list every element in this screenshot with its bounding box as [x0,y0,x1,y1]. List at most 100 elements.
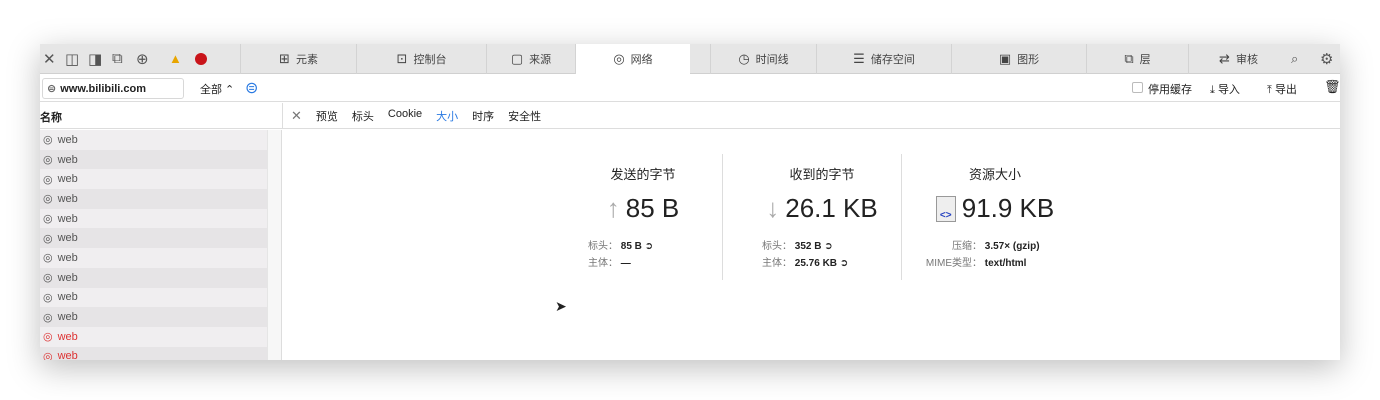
item-name: web [57,291,78,304]
filter-icon: ⊜ [47,83,57,95]
disable-cache-label: 停用缓存 [1148,84,1192,96]
document-icon: ◎ [43,232,53,245]
import-icon: ⤓ [1210,84,1215,96]
item-name: web [57,212,78,225]
dock-side-icon[interactable]: ◨ [88,50,102,68]
sent-bytes-panel: 发送的字节 ↑ 85 B 标头： 85 B ➲ 主体： — [588,154,698,280]
dock-bottom-icon[interactable]: ◫ [65,50,79,68]
export-button[interactable]: ⤒ 导出 [1267,81,1297,97]
arrow-down-icon: ↓ [766,193,780,223]
tab-audit[interactable]: ⇄ 审核 [1188,44,1288,74]
tab-label: 层 [1139,54,1151,66]
url-text: www.bilibili.com [60,82,146,95]
tab-label: 网络 [630,54,653,66]
tab-timeline[interactable]: ◷ 时间线 [710,44,816,74]
label: 标头： [588,241,618,252]
detail-tab[interactable]: 标头 [352,108,374,124]
filter-bar: ⊜ www.bilibili.com 全部 ⌃ ⊜ 停用缓存 ⤓ 导入 ⤒ 导出 … [40,75,1340,102]
tab-elements[interactable]: ⊞ 元素 [240,44,356,74]
tab-label: 储存空间 [870,54,915,66]
document-icon: ◎ [43,252,53,265]
tab-console[interactable]: ⊡ 控制台 [356,44,486,74]
disable-cache-checkbox[interactable] [1132,82,1143,93]
undock-icon[interactable]: ⧉ [112,50,123,67]
import-label: 导入 [1217,84,1240,96]
name-column-header[interactable]: 名称 [40,109,62,125]
list-item[interactable]: ◎ web [40,130,267,150]
goto-icon[interactable]: ➲ [840,258,848,269]
sent-body-value: — [620,258,631,269]
list-item[interactable]: ◎ web [40,287,267,308]
scrollbar[interactable] [267,130,282,360]
type-select[interactable]: 全部 ⌃ [200,81,234,97]
document-icon: ◎ [43,272,53,285]
list-item[interactable]: ◎ web [40,169,267,190]
received-bytes-panel: 收到的字节 ↓ 26.1 KB 标头： 352 B ➲ 主体： 25.76 KB … [752,154,892,280]
detail-tab[interactable]: 大小 [436,108,458,124]
item-name: web [57,173,78,186]
mime-value: text/html [984,258,1027,269]
received-title: 收到的字节 [789,167,855,182]
detail-tab[interactable]: 安全性 [508,108,541,124]
sources-icon: ▢ [510,51,524,66]
mouse-cursor-icon: ➤ [555,298,567,314]
import-button[interactable]: ⤓ 导入 [1210,81,1240,97]
resource-value: 91.9 KB [961,193,1055,223]
tab-label: 控制台 [413,54,447,66]
error-icon[interactable] [195,53,207,65]
document-icon: ◎ [43,134,53,147]
clear-icon[interactable]: 🗑 [1324,79,1340,95]
export-label: 导出 [1274,84,1297,96]
tab-label: 元素 [295,54,318,66]
detail-tab[interactable]: Cookie [388,108,422,124]
tab-label: 图形 [1017,54,1040,66]
network-icon: ◎ [613,51,625,66]
warning-icon[interactable]: ▲ [169,51,182,66]
item-name: web [57,232,78,245]
document-icon: ◎ [43,291,53,304]
list-item[interactable]: ◎ web [40,307,267,327]
gear-icon[interactable]: ⚙ [1320,50,1333,68]
tab-storage[interactable]: ☰ 储存空间 [816,44,951,74]
tab-network[interactable]: ◎ 网络 [575,44,690,74]
html-file-icon: <> [935,195,956,222]
list-item[interactable]: ◎ web [40,189,267,209]
tab-graphics[interactable]: ▣ 图形 [951,44,1086,74]
detail-tab[interactable]: 预览 [316,108,338,124]
list-item[interactable]: ◎ web [40,149,267,170]
sent-value: 85 B [625,193,680,223]
received-header-value: 352 B [794,241,822,252]
close-detail-icon[interactable]: ✕ [291,108,302,124]
inspect-icon[interactable]: ⊕ [136,50,149,68]
tab-layers[interactable]: ⧉ 层 [1086,44,1188,74]
item-name: web [57,192,78,205]
document-icon: ◎ [43,350,53,360]
sent-title: 发送的字节 [610,167,676,182]
detail-tab[interactable]: 时序 [472,108,494,124]
list-item[interactable]: ◎ web [40,228,267,249]
list-item[interactable]: ◎ web [40,208,267,229]
layers-icon: ⧉ [1124,51,1134,66]
tab-label: 审核 [1235,54,1258,66]
divider [901,154,902,280]
divider [722,154,723,280]
list-item[interactable]: ◎ web [40,326,267,347]
list-item[interactable]: ◎ web [40,346,267,360]
console-icon: ⊡ [396,51,408,66]
elements-icon: ⊞ [279,51,290,66]
storage-icon: ☰ [853,51,865,66]
received-body-value: 25.76 KB [794,258,838,269]
search-icon[interactable]: ⌕ [1291,51,1298,67]
label: 标头： [762,241,792,252]
filter-toggle-icon[interactable]: ⊜ [245,78,258,98]
goto-icon[interactable]: ➲ [645,241,653,252]
goto-icon[interactable]: ➲ [824,241,832,252]
list-item[interactable]: ◎ web [40,267,267,288]
url-filter-input[interactable]: ⊜ www.bilibili.com [42,78,184,99]
list-item[interactable]: ◎ web [40,248,267,268]
item-name: web [57,330,78,343]
tab-sources[interactable]: ▢ 来源 [486,44,575,74]
document-icon: ◎ [43,331,53,344]
close-icon[interactable]: ✕ [43,50,56,68]
toolbar: ✕ ◫ ◨ ⧉ ⊕ ▲ ⊞ 元素 ⊡ 控制台 ▢ 来源 ◎ 网络 ◷ 时间线 ☰ 储存空间 ▣ 图形 ⧉ 层 ⇄… [40,44,1340,74]
